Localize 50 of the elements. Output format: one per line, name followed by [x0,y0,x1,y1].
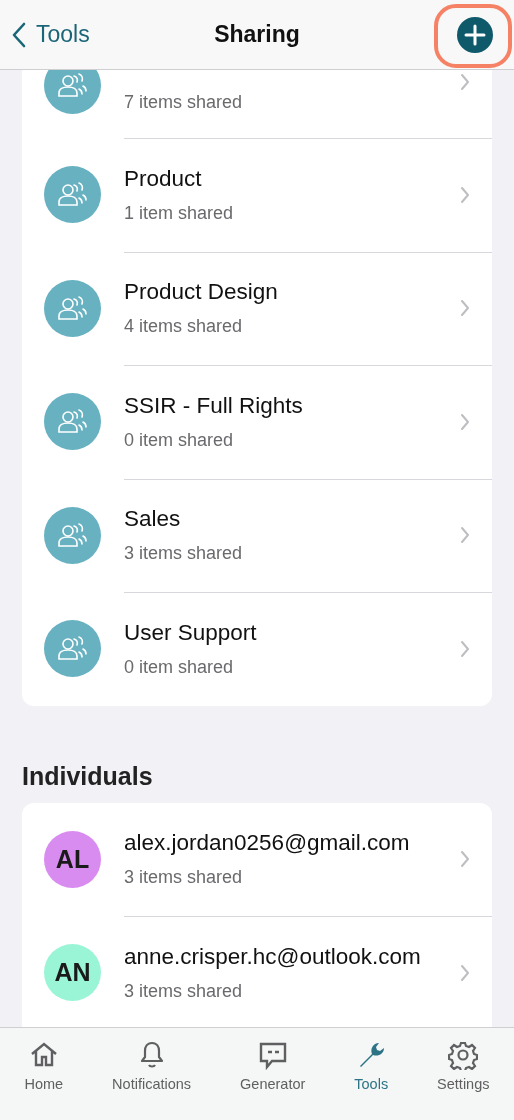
chevron-right-icon [460,412,470,431]
shared-count: 3 items shared [124,543,244,565]
individual-row[interactable]: AL alex.jordan0256@gmail.com 3 items shared [22,802,492,916]
chevron-right-icon [460,963,470,982]
group-name: SSIR - Full Rights [124,392,304,419]
group-row[interactable]: Product Design 4 items shared [22,251,492,365]
group-row[interactable]: Product 1 item shared [22,138,492,252]
shared-count: 3 items shared [124,867,244,889]
group-row[interactable]: 7 items shared [22,70,492,138]
group-name: User Support [124,619,258,646]
chat-icon [257,1040,288,1070]
shared-count: 4 items shared [124,316,244,338]
shared-count: 3 items shared [124,980,244,1002]
plus-icon [457,16,493,53]
chevron-right-icon [460,185,470,204]
tab-item[interactable]: Notifications [112,1040,192,1092]
group-avatar-icon [44,620,101,678]
shared-count: 0 item shared [124,429,235,451]
group-name: Product Design [124,279,279,306]
group-avatar-icon [44,393,101,451]
chevron-right-icon [460,526,470,545]
group-row[interactable]: User Support 0 item shared [22,592,492,706]
group-row[interactable]: Sales 3 items shared [22,478,492,592]
back-chevron-icon [12,21,26,48]
group-name: Sales [124,506,182,533]
initials-avatar: AN [44,944,101,1002]
tab-item[interactable]: Tools [354,1040,389,1092]
chevron-right-icon [460,850,470,869]
email-address: anne.crisper.hc@outlook.com [124,943,422,970]
page-title: Sharing [214,21,300,48]
group-avatar-icon [44,506,101,564]
add-button[interactable] [457,16,493,53]
group-row[interactable]: SSIR - Full Rights 0 item shared [22,365,492,479]
shared-count: 0 item shared [124,656,235,678]
settings-icon [448,1040,479,1070]
tab-item[interactable]: Home [24,1040,64,1092]
group-name: Product [124,165,203,192]
chevron-right-icon [460,73,470,91]
tab-item[interactable]: Generator [240,1040,306,1092]
section-heading: Individuals [22,761,154,791]
back-button[interactable]: Tools [12,21,90,48]
shared-count: 1 item shared [124,202,235,224]
group-avatar-icon [44,166,101,224]
initials-avatar: AL [44,830,101,888]
tab-item[interactable]: Settings [437,1040,490,1092]
shared-count: 7 items shared [124,92,244,113]
email-address: alex.jordan0256@gmail.com [124,830,411,857]
group-avatar-icon [44,279,101,337]
chevron-right-icon [460,299,470,318]
chevron-right-icon [460,639,470,658]
